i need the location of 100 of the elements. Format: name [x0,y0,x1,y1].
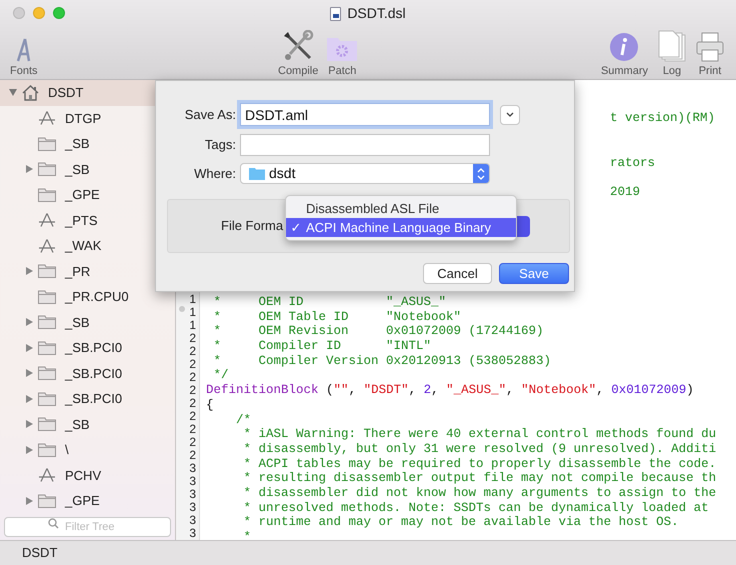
tree-item[interactable]: _SB.PCI0 [0,360,175,386]
cancel-button[interactable]: Cancel [423,263,492,284]
tree-label: DSDT [48,84,84,102]
code-line: * OEM ID "_ASUS_" [212,295,448,310]
expanded-triangle-icon[interactable] [9,88,17,97]
toolbar-button[interactable]: Fonts [10,30,38,80]
field-label: Tags: [204,136,237,154]
tree-item[interactable]: \ [0,437,175,462]
toolbar-button[interactable]: Print [696,30,724,80]
folder-icon [38,366,56,380]
location-popup[interactable]: dsdt [240,163,490,184]
line-number: 2 [189,436,196,449]
folder-icon [38,392,56,406]
minimize-button[interactable] [33,7,45,19]
line-number: 2 [189,345,196,358]
filename-field[interactable]: DSDT.aml [240,103,490,126]
line-number: 1 [189,319,196,332]
line-number: 2 [189,423,196,436]
line-number: 3 [189,527,196,540]
code-line: * iASL Warning: There were 40 external control methods found du [242,427,718,442]
tree-label: DTGP [65,110,102,128]
tree-label: _SB.PCI0 [65,364,122,383]
folder-icon [38,162,56,176]
folder-icon [38,188,56,202]
code-line: * runtime and may or may not be available via the host OS. [242,515,680,530]
tree-item[interactable]: PCHV [0,462,175,488]
tree-item[interactable]: _SB.PCI0 [0,335,175,360]
code-line: rators [610,156,656,170]
collapsed-triangle-icon[interactable] [25,267,33,276]
code-line: * Compiler ID "INTL" [212,339,432,354]
expand-button[interactable] [500,104,520,124]
folder-icon [38,442,56,457]
collapsed-triangle-icon[interactable] [25,420,33,428]
compass-icon [38,111,56,126]
code-line: t version)(RM) [610,111,716,126]
line-number: 3 [189,488,196,501]
tree-label: _PR [65,262,90,281]
tree-item[interactable]: _SB [0,310,175,335]
tools-icon [282,30,314,62]
line-number: 2 [189,397,196,410]
tree-item[interactable]: _SB.PCI0 [0,386,175,412]
tree-item[interactable]: _WAK [0,233,175,258]
printer-icon [696,30,724,62]
tree-label: _SB.PCI0 [65,390,122,408]
line-number: 2 [189,384,196,397]
toolbar-button[interactable]: Summary [600,30,648,80]
collapsed-triangle-icon[interactable] [25,446,33,454]
zoom-button[interactable] [53,7,65,19]
line-number: 3 [189,501,196,514]
tree-item[interactable]: _GPE [0,182,175,208]
status-text: DSDT [22,544,58,562]
collapsed-triangle-icon[interactable] [25,496,33,505]
line-number: 2 [189,332,196,345]
code-line: * Compiler Version 0x20120913 (538052883) [212,354,552,368]
code-line: * ACPI tables may be required to properly disassemble the code. [242,456,718,472]
tree-item[interactable]: _SB [0,412,175,437]
code-line: * unresolved methods. Note: SSDTs can be dynamically loaded at [242,500,710,516]
stepper-icon [473,164,489,183]
close-button[interactable] [13,7,25,19]
collapsed-triangle-icon[interactable] [25,344,33,352]
tree-item[interactable]: _SB [0,156,175,182]
tree-label: _WAK [65,237,102,255]
folder-icon [249,167,265,180]
tree-item[interactable]: _PR.CPU0 [0,284,175,310]
code-line: DefinitionBlock ("", "DSDT", 2, "_ASUS_", "Notebook", 0x01072009) [206,383,695,398]
tags-field[interactable] [240,134,490,156]
tree-item[interactable]: _SB [0,131,175,156]
folder-icon [38,494,56,508]
tree-label: _SB [65,416,90,434]
toolbar-button[interactable]: Patch [326,30,358,80]
collapsed-triangle-icon[interactable] [25,165,33,174]
field-label: Save As: [184,106,237,124]
menu-item[interactable]: Disassembled ASL File [286,199,516,218]
menu-item[interactable]: ✓ ACPI Machine Language Binary [286,218,516,237]
window-title: DSDT.dsl [347,4,406,23]
chevron-icon [506,112,514,117]
tree-label: _SB [65,314,90,332]
code-line: /* [235,412,252,428]
tree-label: _GPE [65,492,100,510]
line-number: 3 [189,475,196,488]
tree-item[interactable]: DTGP [0,106,175,131]
line-number: 3 [189,514,196,527]
tree-item[interactable]: _GPE [0,488,175,514]
collapsed-triangle-icon[interactable] [25,369,33,378]
tree-item[interactable]: _PTS [0,208,175,233]
code-line: * disassembly, but only 31 were resolved (9 unresolved). Additi [242,442,718,457]
code-line: */ [212,368,230,384]
code-line: { [206,398,215,412]
folder-icon [38,340,56,355]
toolbar-button[interactable]: Log [658,30,686,80]
collapsed-triangle-icon[interactable] [25,318,33,326]
line-number: 3 [189,462,196,475]
toolbar-button[interactable]: Compile [278,30,318,80]
compass-icon [38,213,56,228]
tree-label: PCHV [65,466,102,484]
collapsed-triangle-icon[interactable] [25,394,33,403]
filter-field[interactable]: Filter Tree [4,516,171,536]
folder-icon [38,264,56,278]
tree-item[interactable]: _PR [0,258,175,284]
tree-label: _GPE [65,186,100,204]
